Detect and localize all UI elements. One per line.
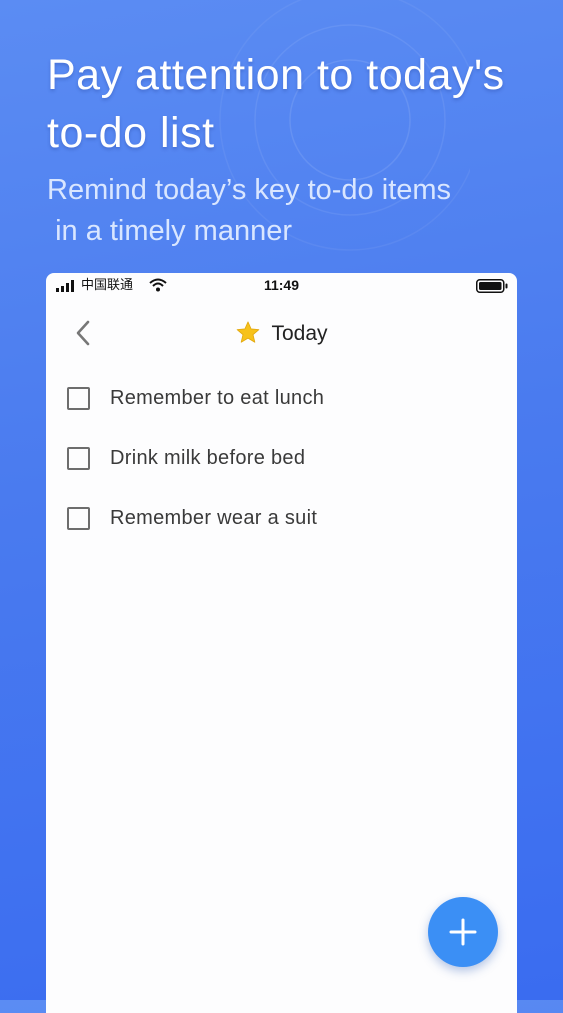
plus-icon [449,918,477,946]
page-title-text: Today [271,322,328,345]
todo-list: Remember to eat lunch Drink milk before … [46,368,517,548]
todo-checkbox[interactable] [67,446,90,470]
status-bar: 中国联通 11:49 [46,273,517,299]
battery-icon [476,279,508,293]
star-icon [237,321,260,343]
promo-subline: Remind today’s key to-do items in a time… [47,174,452,247]
todo-checkbox[interactable] [67,506,90,530]
todo-item[interactable]: Remember wear a suit [46,488,517,548]
todo-label: Remember wear a suit [110,506,318,529]
todo-item[interactable]: Remember to eat lunch [46,368,517,428]
nav-bar: Today [46,303,517,365]
todo-checkbox[interactable] [67,386,90,410]
status-time: 11:49 [263,277,300,293]
todo-item[interactable]: Drink milk before bed [46,428,517,488]
todo-label: Remember to eat lunch [110,386,325,409]
add-todo-button[interactable] [428,897,498,967]
todo-label: Drink milk before bed [110,446,306,469]
promo-headline: Pay attention to today's to-do list [47,51,505,157]
page-title: Today [46,321,517,347]
